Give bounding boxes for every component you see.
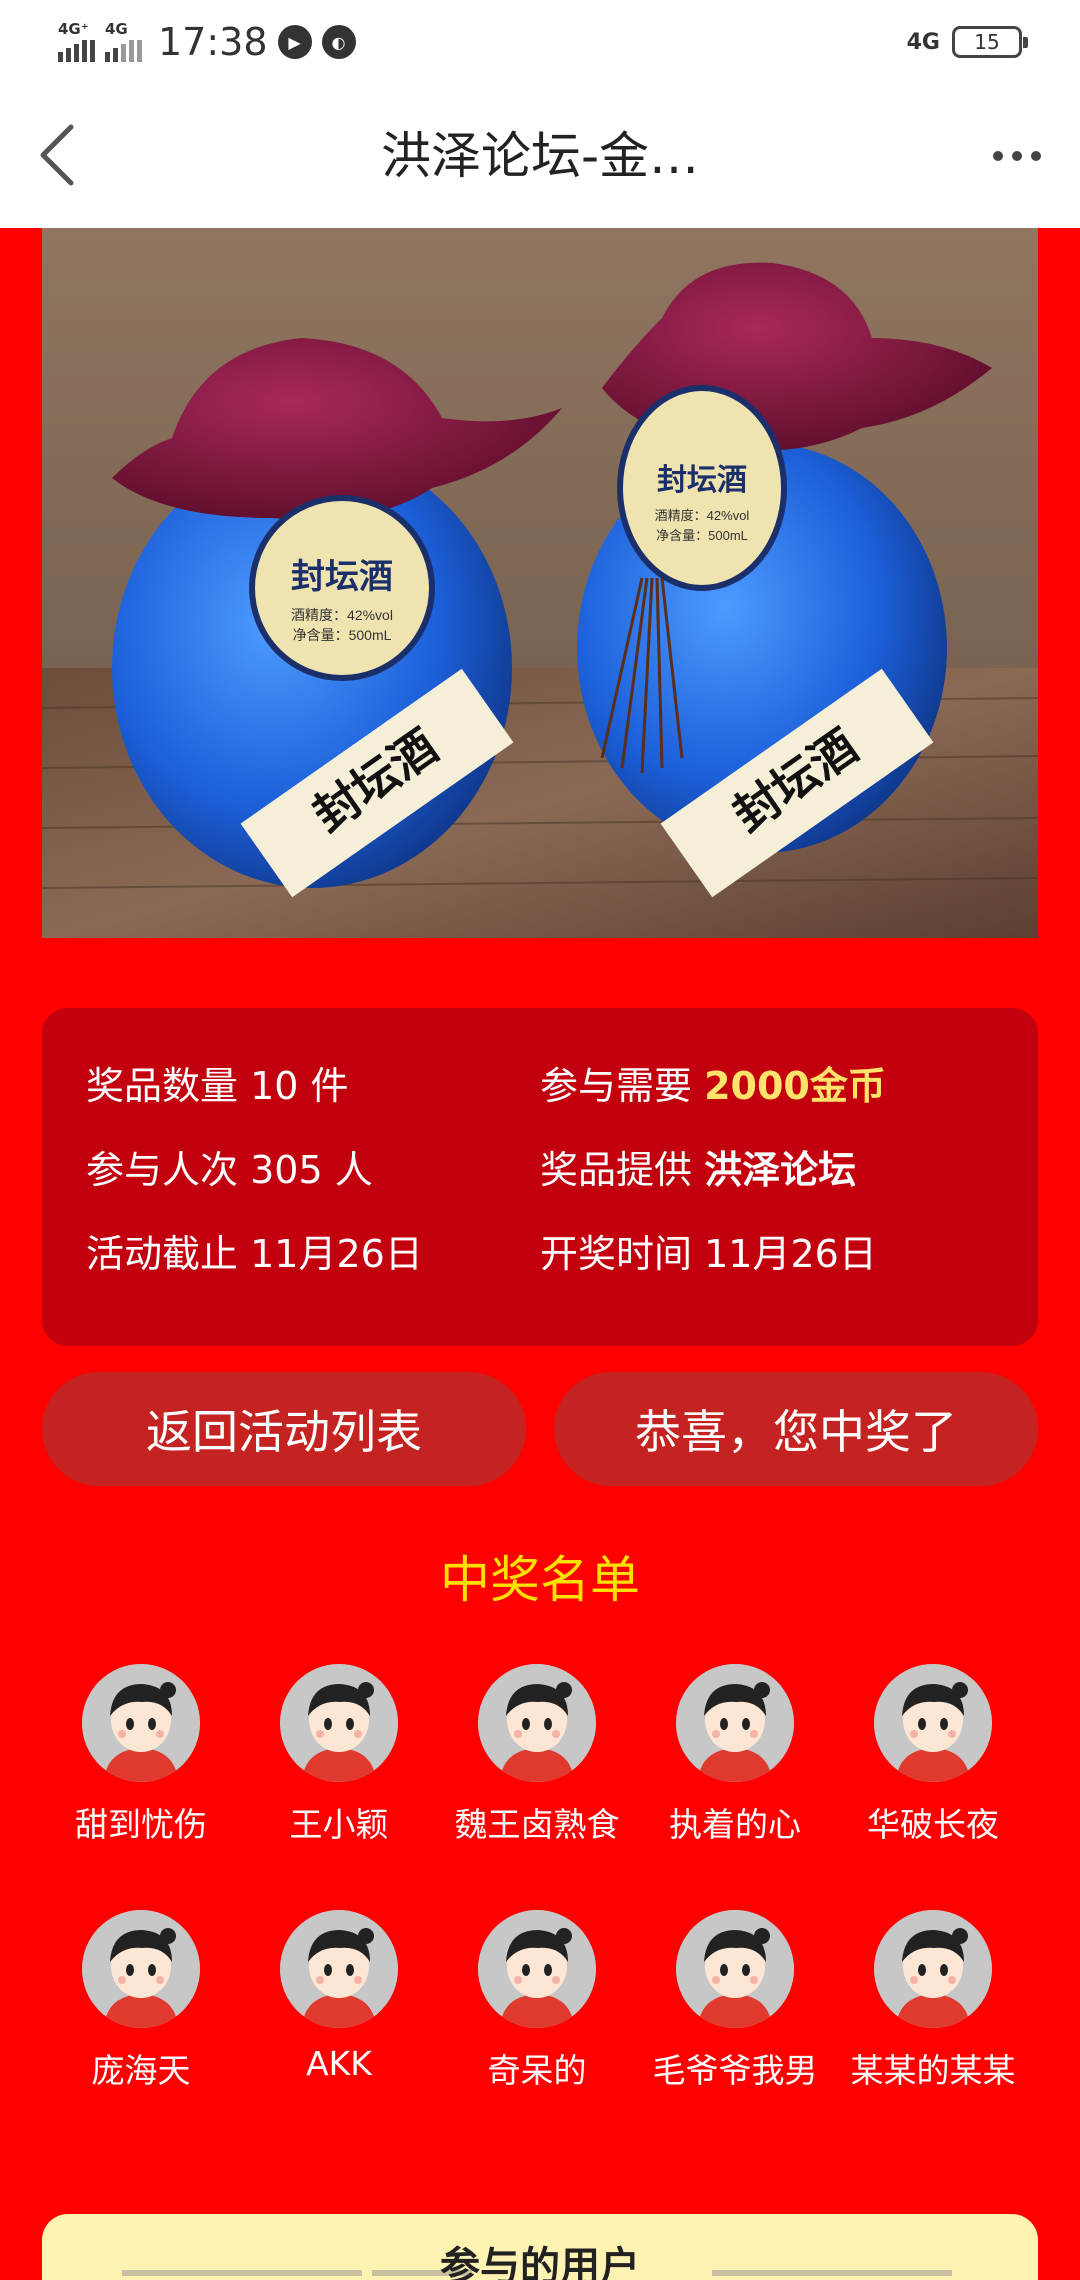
product-image: 封坛酒 酒精度：42%vol 净含量：500mL 封坛酒 封坛酒 酒精度：42%… (42, 228, 1038, 938)
provider-label: 奖品提供 (540, 1148, 693, 1192)
avatar (82, 1664, 200, 1782)
winner-name: 毛爷爷我男 (652, 2051, 818, 2090)
bottle-label-abv-2: 酒精度：42%vol (655, 508, 750, 523)
more-dot-icon (1031, 151, 1041, 161)
media-play-icon: ▶ (277, 25, 312, 59)
winner-name: 甜到忧伤 (75, 1805, 207, 1844)
draw-time: 开奖时间 11月26日 (540, 1226, 877, 1282)
winner-name: 某某的某某 (850, 2051, 1016, 2090)
avatar (82, 1910, 200, 2028)
participants-value: 305 人 (250, 1148, 373, 1192)
avatar (676, 1664, 794, 1782)
won-button[interactable]: 恭喜，您中奖了 (554, 1372, 1038, 1486)
winner-name: 魏王卤熟食 (454, 1805, 620, 1844)
chevron-left-icon (40, 124, 74, 186)
winner-name: 王小颖 (289, 1805, 389, 1844)
network-icon: 4G (906, 29, 940, 55)
winner-item[interactable]: 华破长夜 (834, 1664, 1032, 1846)
cost: 参与需要 2000金币 (540, 1058, 886, 1114)
winner-name: 奇呆的 (487, 2051, 587, 2090)
back-to-list-button[interactable]: 返回活动列表 (42, 1372, 526, 1486)
deadline: 活动截止 11月26日 (86, 1226, 423, 1282)
provider-value: 洪泽论坛 (704, 1148, 857, 1192)
bottle-label-brand-2: 封坛酒 (657, 464, 747, 497)
status-bar: 4G⁺ 4G 17:38 ▶ ◐ 4G 15 (0, 0, 1080, 84)
provider: 奖品提供 洪泽论坛 (540, 1142, 856, 1198)
avatar (280, 1910, 398, 2028)
winner-item[interactable]: 王小颖 (240, 1664, 438, 1846)
winner-name: 执着的心 (669, 1805, 801, 1844)
prize-count: 奖品数量 10 件 (86, 1058, 349, 1114)
nav-bar: 洪泽论坛-金… (0, 84, 1080, 228)
draw-time-label: 开奖时间 (540, 1232, 693, 1276)
winner-item[interactable]: AKK (240, 1910, 438, 2083)
signal-1-label: 4G⁺ (58, 20, 89, 38)
bottle-label-brand: 封坛酒 (291, 558, 393, 596)
participants-card: 参与的用户 (42, 2214, 1038, 2280)
prize-count-label: 奖品数量 (86, 1064, 239, 1108)
winner-name: AKK (306, 2044, 372, 2083)
bottle-label-volume-2: 净含量：500mL (656, 528, 748, 543)
cost-value: 2000金币 (704, 1064, 886, 1108)
winner-item[interactable]: 魏王卤熟食 (438, 1664, 636, 1846)
prize-count-value: 10 件 (250, 1064, 349, 1108)
draw-time-value: 11月26日 (704, 1232, 877, 1276)
avatar (874, 1910, 992, 2028)
avatar (478, 1664, 596, 1782)
more-dot-icon (993, 151, 1003, 161)
participants-label: 参与人次 (86, 1148, 239, 1192)
avatar (676, 1910, 794, 2028)
bottle-label-abv: 酒精度：42%vol (291, 607, 393, 623)
signal-1-icon: 4G⁺ (58, 20, 95, 62)
compass-icon: ◐ (321, 25, 356, 59)
prize-info-card: 奖品数量 10 件 参与需要 2000金币 参与人次 305 人 奖品提供 洪泽… (42, 1008, 1038, 1346)
page-title: 洪泽论坛-金… (380, 127, 700, 185)
cost-label: 参与需要 (540, 1064, 693, 1108)
winner-name: 庞海天 (91, 2051, 191, 2090)
deadline-value: 11月26日 (250, 1232, 423, 1276)
battery-icon: 15 (952, 26, 1028, 58)
avatar (478, 1910, 596, 2028)
winners-title: 中奖名单 (440, 1551, 640, 1609)
signal-2-label: 4G (105, 20, 128, 38)
winner-item[interactable]: 毛爷爷我男 (636, 1910, 834, 2092)
winner-name: 华破长夜 (867, 1805, 999, 1844)
status-right: 4G 15 (906, 20, 1028, 64)
signal-2-icon: 4G (105, 20, 142, 62)
battery-level: 15 (974, 30, 1000, 54)
back-button[interactable] (22, 120, 92, 190)
status-left: 4G⁺ 4G 17:38 ▶ ◐ (58, 18, 356, 66)
winner-item[interactable]: 执着的心 (636, 1664, 834, 1846)
winner-item[interactable]: 奇呆的 (438, 1910, 636, 2092)
avatar (874, 1664, 992, 1782)
avatar (280, 1664, 398, 1782)
clock-time: 17:38 (158, 20, 268, 64)
more-dot-icon (1012, 151, 1022, 161)
participants-title: 参与的用户 (440, 2244, 640, 2280)
bottle-label-volume: 净含量：500mL (293, 627, 392, 643)
participants: 参与人次 305 人 (86, 1142, 373, 1198)
winner-item[interactable]: 庞海天 (42, 1910, 240, 2092)
more-button[interactable] (982, 124, 1052, 188)
deadline-label: 活动截止 (86, 1232, 239, 1276)
winner-item[interactable]: 甜到忧伤 (42, 1664, 240, 1846)
winner-item[interactable]: 某某的某某 (834, 1910, 1032, 2092)
